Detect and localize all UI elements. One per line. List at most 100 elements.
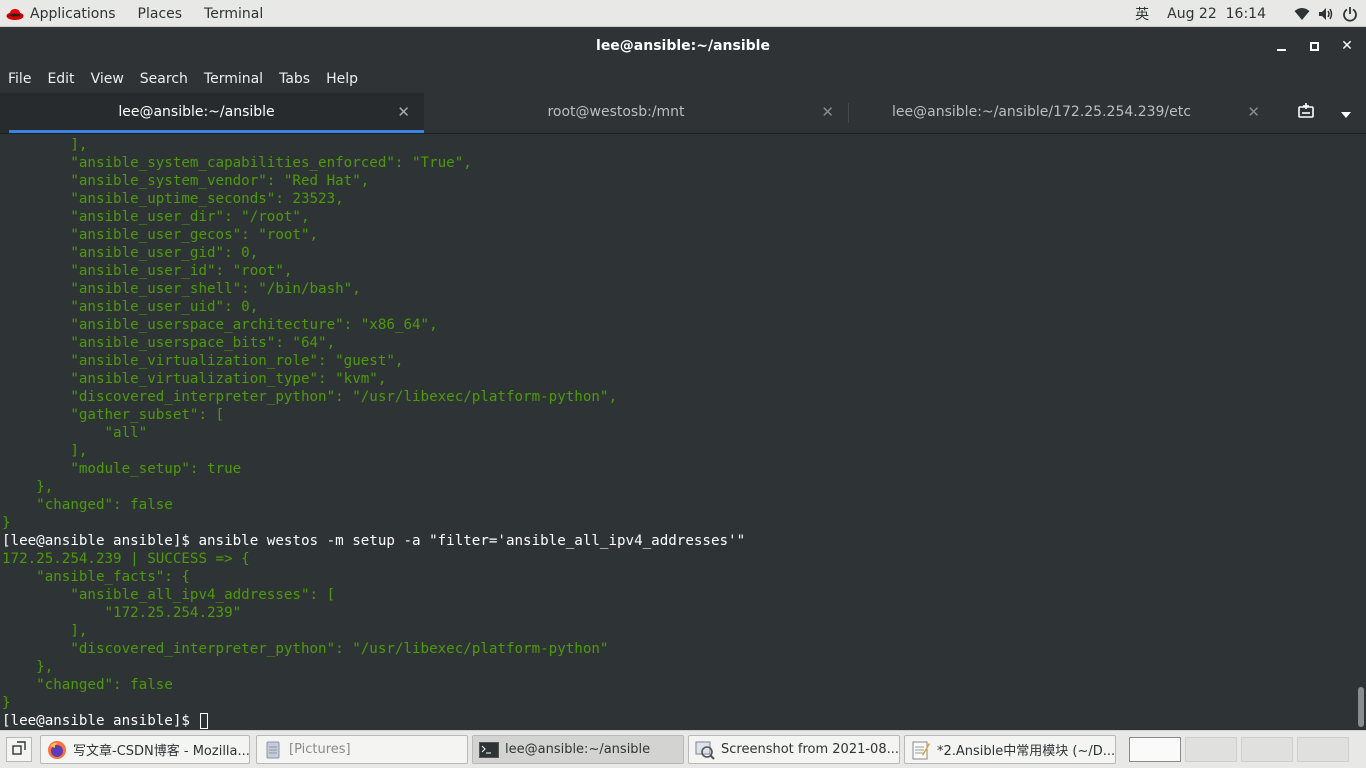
terminal-scrollbar[interactable] [1358,687,1364,727]
terminal-line: 172.25.254.239 | SUCCESS => { [2,551,250,567]
terminal-line: "ansible_userspace_architecture": "x86_6… [2,317,438,333]
task-firefox[interactable]: 写文章-CSDN博客 - Mozilla... [40,735,250,764]
show-desktop-button[interactable] [6,737,32,762]
show-desktop-icon [12,740,26,759]
new-terminal-icon [1298,103,1314,123]
menu-search[interactable]: Search [132,71,196,87]
tab-label: lee@ansible:~/ansible [118,104,275,120]
terminal-line: ], [2,623,88,639]
wifi-icon[interactable] [1294,7,1310,21]
task-pictures[interactable]: [Pictures] [256,735,468,764]
terminal-icon [479,740,499,760]
terminal-line: } [2,515,11,531]
task-screenshot-viewer[interactable]: Screenshot from 2021-08... [688,735,900,764]
tab-list-button[interactable] [1332,93,1360,133]
task-label: Screenshot from 2021-08... [721,742,899,757]
tab-bar: lee@ansible:~/ansible ✕ root@westosb:/mn… [0,93,1366,134]
clock[interactable]: Aug 22 16:14 [1167,6,1266,22]
terminal-line: "discovered_interpreter_python": "/usr/l… [2,641,609,657]
task-label: *2.Ansible中常用模块 (~/D... [937,744,1116,759]
firefox-icon [47,740,67,760]
terminal-line: "ansible_user_dir": "/root", [2,209,310,225]
clock-time: 16:14 [1225,5,1266,22]
terminal-line: }, [2,659,54,675]
task-label: 写文章-CSDN博客 - Mozilla... [73,744,250,759]
active-tab-indicator [9,130,424,133]
input-method-indicator[interactable]: 英 [1135,4,1149,24]
terminal-app-label: Terminal [204,5,264,22]
power-icon[interactable] [1342,6,1358,22]
workspace-4[interactable] [1297,737,1349,762]
workspace-3[interactable] [1241,737,1293,762]
close-window-button[interactable]: ✕ [1332,27,1362,65]
redhat-logo-icon [6,7,24,21]
task-label: [Pictures] [289,742,351,757]
terminal-line: "ansible_virtualization_type": "kvm", [2,371,387,387]
terminal-line: "ansible_system_capabilities_enforced": … [2,155,472,171]
workspace-1[interactable] [1129,737,1181,762]
applications-menu[interactable]: Applications [6,6,116,22]
terminal-line: "ansible_user_gecos": "root", [2,227,319,243]
minimize-icon [1276,49,1286,51]
terminal-line: "ansible_user_shell": "/bin/bash", [2,281,361,297]
maximize-icon [1309,41,1319,51]
task-text-editor[interactable]: *2.Ansible中常用模块 (~/D... [904,735,1116,764]
terminal-line: "ansible_user_gid": 0, [2,245,259,261]
terminal-line: "all" [2,425,148,441]
terminal-line: "changed": false [2,677,173,693]
tab-close-icon[interactable]: ✕ [821,93,834,131]
terminal-text: ], "ansible_system_capabilities_enforced… [0,136,745,730]
terminal-line: "gather_subset": [ [2,407,225,423]
terminal-line: }, [2,479,54,495]
text-editor-icon [911,740,931,760]
chevron-down-icon [1340,104,1352,123]
top-bar: Applications Places Terminal 英 Aug 22 16… [0,0,1366,27]
tab-close-icon[interactable]: ✕ [397,93,410,131]
tab-label: root@westosb:/mnt [547,104,685,120]
command-line: [lee@ansible ansible]$ ansible westos -m… [2,533,746,549]
menu-help[interactable]: Help [318,71,366,87]
terminal-line: "ansible_user_uid": 0, [2,299,259,315]
menu-bar: File Edit View Search Terminal Tabs Help [0,65,1366,93]
terminal-line: "ansible_facts": { [2,569,190,585]
applications-label: Applications [30,5,116,22]
close-icon: ✕ [1341,38,1353,54]
clock-date: Aug 22 [1167,5,1217,22]
task-terminal[interactable]: lee@ansible:~/ansible [472,735,684,764]
places-menu[interactable]: Places [138,6,183,22]
new-tab-button[interactable] [1292,93,1320,133]
task-label: lee@ansible:~/ansible [505,742,651,757]
terminal-line: "ansible_userspace_bits": "64", [2,335,336,351]
maximize-button[interactable] [1299,27,1329,65]
menu-edit[interactable]: Edit [39,71,82,87]
terminal-line: "ansible_uptime_seconds": 23523, [2,191,344,207]
menu-view[interactable]: View [83,71,132,87]
tab-lee-ansible-etc[interactable]: lee@ansible:~/ansible/172.25.254.239/etc… [849,93,1274,133]
menu-tabs[interactable]: Tabs [271,71,318,87]
tab-close-icon[interactable]: ✕ [1247,93,1260,131]
prompt-line: [lee@ansible ansible]$ [2,712,745,730]
menu-terminal[interactable]: Terminal [196,71,271,87]
terminal-app-menu[interactable]: Terminal [204,6,263,22]
tab-label: lee@ansible:~/ansible/172.25.254.239/etc [892,104,1191,120]
menu-file[interactable]: File [0,71,39,87]
terminal-line: "module_setup": true [2,461,242,477]
volume-icon[interactable] [1318,7,1334,21]
terminal-line: "172.25.254.239" [2,605,242,621]
workspace-2[interactable] [1185,737,1237,762]
window-titlebar[interactable]: lee@ansible:~/ansible ✕ [0,27,1366,65]
taskbar: 写文章-CSDN博客 - Mozilla... [Pictures] lee@a… [0,730,1366,768]
terminal-line: "ansible_user_id": "root", [2,263,293,279]
terminal-line: ], [2,137,88,153]
terminal-line: "ansible_system_vendor": "Red Hat", [2,173,370,189]
minimize-button[interactable] [1266,27,1296,65]
tab-lee-ansible[interactable]: lee@ansible:~/ansible ✕ [0,93,424,133]
terminal-line: ], [2,443,88,459]
terminal-line: "ansible_all_ipv4_addresses": [ [2,587,336,603]
files-icon [263,740,283,760]
tab-root-westosb[interactable]: root@westosb:/mnt ✕ [424,93,848,133]
terminal-line: "changed": false [2,497,173,513]
image-viewer-icon [695,740,715,760]
terminal-line: } [2,695,11,711]
terminal-output[interactable]: ], "ansible_system_capabilities_enforced… [0,134,1366,730]
